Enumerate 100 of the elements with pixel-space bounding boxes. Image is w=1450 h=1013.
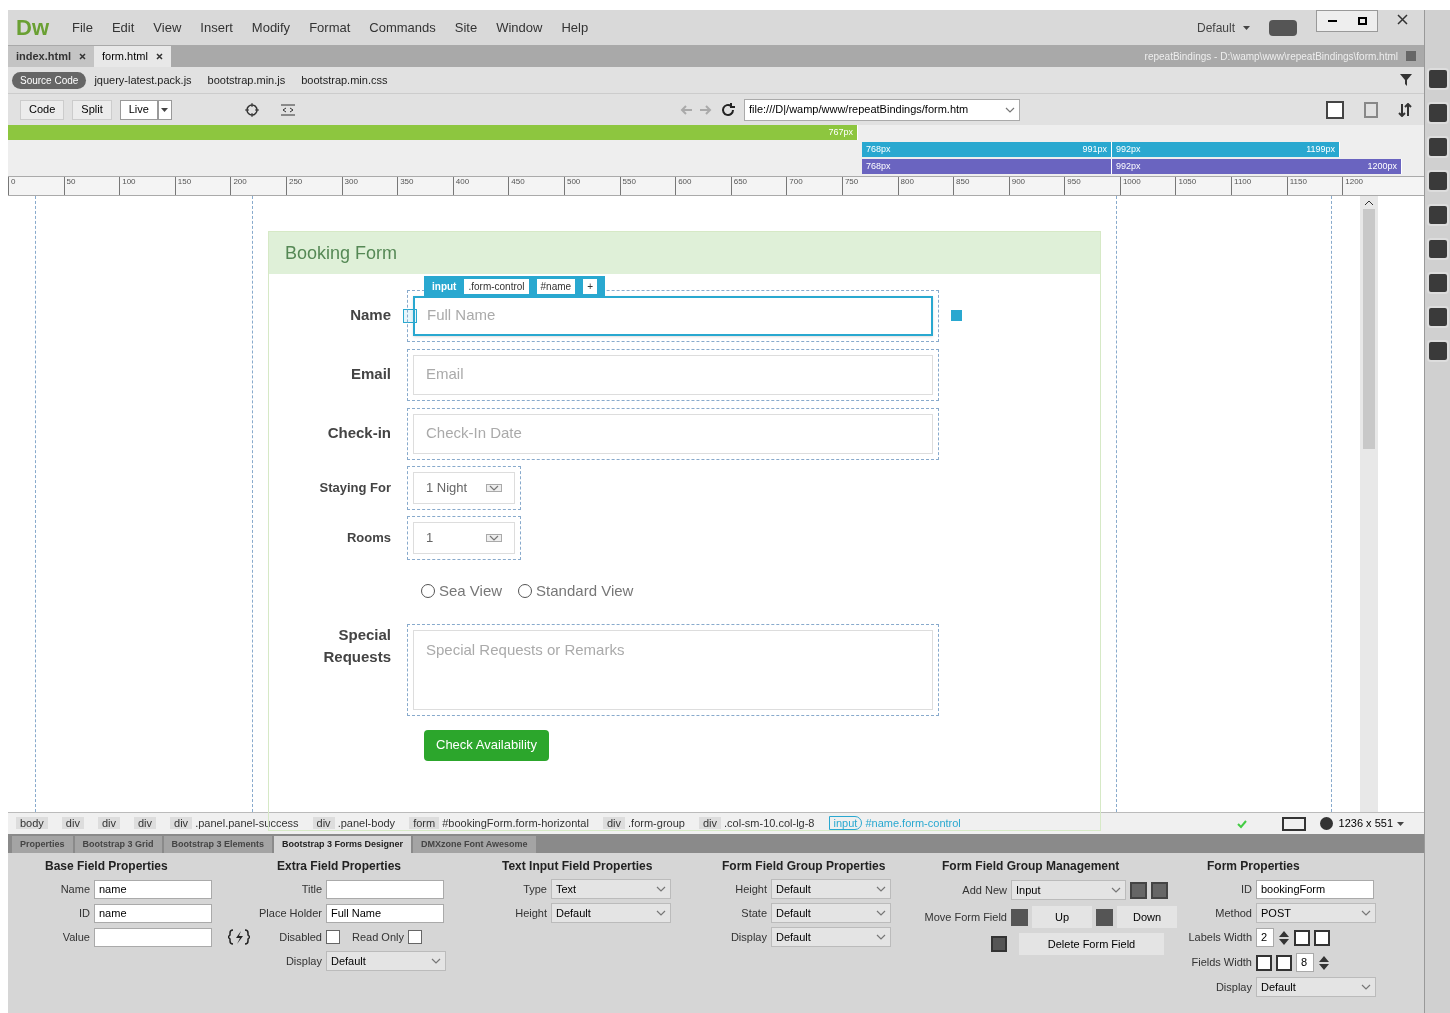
form-label: Name [349, 305, 391, 326]
spinner-icon[interactable] [1318, 954, 1330, 971]
hud-tag[interactable]: #name [536, 278, 576, 294]
spinner-icon[interactable] [1278, 929, 1290, 946]
tag-selector-item[interactable]: div .panel.panel-success [170, 815, 299, 832]
field-label: Labels Width [1187, 930, 1252, 946]
caret-icon[interactable] [1397, 821, 1404, 826]
app-logo: Dw [16, 14, 49, 42]
caret-icon[interactable] [1243, 25, 1250, 30]
field-label: State [740, 905, 767, 921]
chevron-down-icon [1005, 106, 1015, 113]
dropdown[interactable]: Default [551, 903, 671, 923]
menu-item[interactable]: Site [454, 17, 478, 38]
view-button[interactable]: Live [119, 99, 158, 120]
sort-icon[interactable] [1398, 102, 1412, 117]
close-icon[interactable] [79, 53, 86, 60]
tag-selector-item[interactable]: form #bookingForm.form-horizontal [409, 815, 589, 832]
field-label: Add New [961, 882, 1007, 898]
source-code-tab[interactable]: Source Code [12, 71, 87, 89]
related-file[interactable]: jquery-latest.pack.js [94, 71, 192, 89]
panel-tab[interactable]: DMXzone Font Awesome [413, 836, 536, 853]
text-field[interactable]: name [94, 879, 212, 899]
code-navigator-icon[interactable] [279, 102, 296, 117]
move-button[interactable]: Down [1117, 906, 1177, 928]
close-icon[interactable] [1397, 14, 1408, 25]
tag-selector-item[interactable]: div [97, 815, 120, 832]
document-tab[interactable]: form.html [94, 46, 171, 67]
menu-item[interactable]: Window [496, 17, 543, 38]
field-label: Disabled [278, 929, 322, 945]
hud-tag[interactable]: .form-control [464, 278, 529, 294]
move-button[interactable]: Up [1032, 906, 1092, 928]
panel-heading: Booking Form [269, 232, 1100, 274]
tag-selector-item[interactable]: div .form-group [602, 815, 685, 832]
section-heading: Text Input Field Properties [501, 858, 654, 875]
menu-item[interactable]: Help [561, 17, 589, 38]
panel-tab[interactable]: Properties [12, 836, 73, 853]
window-size[interactable]: 1236 x 551 [1338, 815, 1404, 832]
menu-item[interactable]: File [72, 17, 93, 38]
panel-tab[interactable]: Bootstrap 3 Forms Designer [274, 836, 412, 853]
menu-item[interactable]: Insert [200, 17, 233, 38]
media-query-bar[interactable]: 992px 1200px [1112, 159, 1402, 174]
globe-icon[interactable] [1319, 817, 1333, 830]
field-label: ID [78, 905, 90, 921]
panel-tab[interactable]: Bootstrap 3 Elements [163, 836, 273, 853]
menu-item[interactable]: Modify [251, 17, 291, 38]
dynamic-data-icon[interactable] [228, 929, 250, 945]
close-icon[interactable] [155, 53, 163, 60]
tag-selector-item[interactable]: div .col-sm-10.col-lg-8 [698, 815, 815, 832]
tag-selector-item[interactable]: body [16, 815, 48, 832]
view-button[interactable]: Code [20, 99, 65, 120]
field-label: Read Only [351, 929, 404, 945]
scrollbar[interactable] [1360, 196, 1378, 812]
menu-item[interactable]: Commands [369, 17, 436, 38]
file-path: repeatBindings - D:\wamp\www\repeatBindings\form.html [1144, 49, 1399, 64]
checkbox[interactable] [408, 930, 422, 944]
text-field[interactable] [326, 879, 444, 899]
dropdown[interactable]: Text [551, 879, 671, 899]
text-field[interactable]: name [94, 903, 212, 923]
number-field[interactable]: 2 [1256, 928, 1274, 947]
dropdown[interactable]: Default [771, 927, 891, 947]
tag-selector-item[interactable]: div [134, 815, 157, 832]
field-label: Display [1214, 979, 1252, 995]
chevron-down-icon [489, 485, 499, 491]
dropdown[interactable]: Default [771, 879, 891, 899]
document-tab[interactable]: index.html [8, 46, 94, 67]
media-query-bar[interactable]: 768px [862, 159, 1112, 174]
text-field[interactable]: bookingForm [1256, 879, 1374, 899]
hud-tag[interactable]: + [583, 278, 597, 294]
tag-selector-item[interactable]: div [61, 815, 84, 832]
delete-field-button[interactable]: Delete Form Field [1019, 933, 1164, 955]
menu-item[interactable]: Edit [111, 17, 135, 38]
dropdown[interactable]: Default [1256, 977, 1376, 997]
resize-handle-icon[interactable] [951, 310, 962, 321]
related-file[interactable]: bootstrap.min.css [301, 71, 388, 89]
section-heading: Form Field Group Properties [721, 858, 887, 875]
number-field[interactable]: 8 [1296, 953, 1314, 972]
address-field[interactable]: file:///D|/wamp/www/repeatBindings/form.htm [744, 98, 1020, 121]
text-field[interactable] [94, 927, 212, 947]
text-field[interactable]: Full Name [326, 903, 444, 923]
field-label: Value [61, 929, 90, 945]
dropdown[interactable]: Default [326, 951, 446, 971]
select-field[interactable]: 1 Night [413, 472, 515, 504]
related-file[interactable]: bootstrap.min.js [207, 71, 286, 89]
chevron-down-icon [876, 886, 886, 892]
panel-tab[interactable]: Bootstrap 3 Grid [74, 836, 162, 853]
device-preview-icon[interactable] [1281, 816, 1306, 831]
inspect-icon[interactable] [243, 101, 260, 118]
menu-item[interactable]: View [153, 17, 182, 38]
tag-selector-item[interactable]: div .panel-body [312, 815, 396, 832]
view-button[interactable]: Split [72, 99, 112, 120]
dropdown[interactable]: Input [1011, 880, 1126, 900]
checkbox[interactable] [326, 930, 340, 944]
workspace-switcher[interactable]: Default [1196, 18, 1250, 37]
refresh-icon[interactable] [720, 101, 736, 118]
select-field[interactable]: 1 [413, 522, 515, 554]
filter-icon[interactable] [1400, 74, 1412, 86]
menu-item[interactable]: Format [309, 17, 351, 38]
dropdown[interactable]: Default [771, 903, 891, 923]
dropdown[interactable]: POST [1256, 903, 1376, 923]
scroll-up-icon[interactable] [1365, 200, 1373, 205]
